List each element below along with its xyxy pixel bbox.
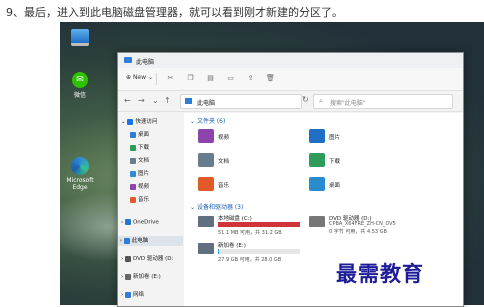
sidebar-item-quick-access[interactable]: ⌄ 快速访问 <box>121 117 157 127</box>
folder-desktop[interactable]: 桌面 <box>309 177 409 195</box>
share-icon[interactable]: ⇪ <box>246 74 255 83</box>
dvd-icon <box>309 216 325 227</box>
sidebar-item-dvd-drive[interactable]: › DVD 驱动器 (D: <box>121 254 173 264</box>
drive-icon <box>198 243 214 254</box>
refresh-icon[interactable]: ↻ <box>302 95 309 104</box>
drive-icon <box>124 273 131 280</box>
desktop-folder-icon <box>309 177 325 191</box>
sidebar-item-videos[interactable]: 视频 <box>130 182 149 192</box>
video-icon <box>130 183 136 190</box>
this-pc-icon <box>185 98 192 104</box>
download-icon <box>130 144 136 151</box>
music-folder-icon <box>198 177 214 191</box>
picture-icon <box>130 170 136 177</box>
desktop-icon <box>130 131 136 138</box>
window-title: 此电脑 <box>136 59 155 66</box>
drive-usage-fill <box>218 249 220 254</box>
drive-icon <box>198 216 214 227</box>
sidebar-item-network[interactable]: › 网络 <box>121 290 144 300</box>
folders-section-header[interactable]: ⌄ 文件夹 (6) <box>190 116 225 125</box>
sidebar-item-desktop[interactable]: 桌面 <box>130 130 149 140</box>
scissors-icon[interactable]: ✂ <box>166 74 175 83</box>
command-bar: ⊕ New ⌄ ✂ ❐ ▤ ▭ ⇪ 🗑 <box>118 68 463 91</box>
folder-videos[interactable]: 视频 <box>198 129 298 147</box>
this-pc-icon <box>123 237 130 244</box>
drive-usage-bar <box>218 249 300 254</box>
caption-text: 9、最后，进入到此电脑磁盘管理器，就可以看到刚才新建的分区了。 <box>6 6 343 19</box>
this-pc-icon <box>124 57 132 63</box>
search-input[interactable]: ⌕ 搜索"此电脑" <box>313 94 453 109</box>
download-folder-icon <box>309 153 325 167</box>
folder-documents[interactable]: 文档 <box>198 153 298 171</box>
wechat-desktop-icon[interactable]: ✉ 微信 <box>62 72 98 99</box>
copy-icon[interactable]: ❐ <box>186 74 195 83</box>
monitor-icon <box>71 29 89 46</box>
address-bar[interactable]: 此电脑 <box>180 94 302 109</box>
toolbar-divider <box>156 73 157 85</box>
search-placeholder: 搜索"此电脑" <box>330 100 366 107</box>
edge-icon <box>71 157 89 175</box>
sidebar-item-music[interactable]: 音乐 <box>130 195 149 205</box>
navigation-pane: ⌄ 快速访问 桌面 下载 文档 图片 视频 音乐 › OneDrive › 此电… <box>118 113 183 306</box>
up-arrow-icon[interactable]: ↑ <box>164 96 171 105</box>
folder-music[interactable]: 音乐 <box>198 177 298 195</box>
drive-c[interactable]: 本地磁盘 (C:) 51.1 MB 可用，共 31.2 GB <box>198 214 308 238</box>
video-folder-icon <box>198 129 214 143</box>
dvd-icon <box>124 255 131 262</box>
drive-usage-bar <box>218 222 300 227</box>
sidebar-item-documents[interactable]: 文档 <box>130 156 149 166</box>
edge-desktop-icon[interactable]: Microsoft Edge <box>62 157 98 191</box>
address-row: ← → ⌄ ↑ 此电脑 ↻ ⌕ 搜索"此电脑" <box>118 91 463 112</box>
drives-section-header[interactable]: ⌄ 设备和驱动器 (3) <box>190 202 243 211</box>
cloud-icon <box>124 219 131 225</box>
forward-arrow-icon[interactable]: → <box>138 96 145 105</box>
drive-d[interactable]: DVD 驱动器 (D:) CPBA_X64FRE_ZH-CN_DV5 0 字节 … <box>309 214 439 238</box>
network-icon <box>124 291 131 298</box>
drive-e[interactable]: 新加卷 (E:) 27.9 GB 可用，共 28.0 GB <box>198 241 308 265</box>
address-path: 此电脑 <box>197 100 216 107</box>
sidebar-item-this-pc[interactable]: › 此电脑 <box>118 236 183 246</box>
delete-icon[interactable]: 🗑 <box>266 74 275 83</box>
drive-usage-fill <box>218 222 300 227</box>
rename-icon[interactable]: ▭ <box>226 74 235 83</box>
back-arrow-icon[interactable]: ← <box>124 96 131 105</box>
sidebar-item-pictures[interactable]: 图片 <box>130 169 149 179</box>
this-pc-desktop-icon[interactable] <box>62 29 98 48</box>
wechat-icon: ✉ <box>72 72 88 88</box>
sidebar-item-onedrive[interactable]: › OneDrive <box>121 219 159 229</box>
search-icon: ⌕ <box>319 97 323 105</box>
star-icon <box>127 118 134 125</box>
document-icon <box>130 157 136 164</box>
new-button[interactable]: ⊕ New ⌄ <box>126 74 153 81</box>
title-bar: 此电脑 <box>118 53 463 68</box>
watermark: 最需教育 <box>336 261 424 286</box>
sidebar-item-new-volume[interactable]: › 新加卷 (E:) <box>121 272 161 282</box>
paste-icon[interactable]: ▤ <box>206 74 215 83</box>
chevron-down-icon[interactable]: ⌄ <box>152 96 159 105</box>
document-folder-icon <box>198 153 214 167</box>
folder-downloads[interactable]: 下载 <box>309 153 409 171</box>
picture-folder-icon <box>309 129 325 143</box>
folder-pictures[interactable]: 图片 <box>309 129 409 147</box>
sidebar-item-downloads[interactable]: 下载 <box>130 143 149 153</box>
music-icon <box>130 196 136 203</box>
